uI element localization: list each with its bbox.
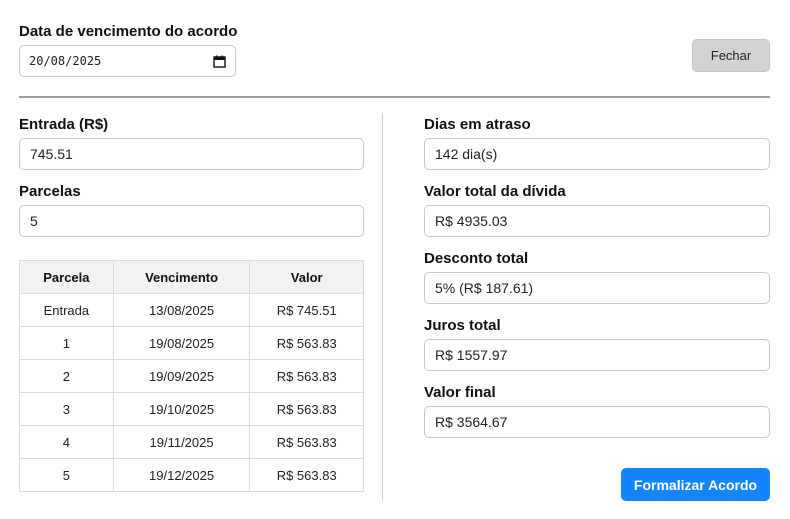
parcelas-label: Parcelas (19, 183, 81, 200)
table-row: 3 19/10/2025 R$ 563.83 (19, 392, 364, 426)
table-row: 4 19/11/2025 R$ 563.83 (19, 425, 364, 459)
juros-label: Juros total (424, 317, 501, 334)
cell-valor: R$ 563.83 (249, 392, 364, 426)
header-parcela: Parcela (19, 260, 114, 294)
cell-parcela: Entrada (19, 293, 114, 327)
section-divider (19, 96, 770, 98)
desconto-label: Desconto total (424, 250, 529, 267)
calendar-icon[interactable] (213, 55, 226, 68)
cell-vencimento: 19/08/2025 (112, 326, 251, 360)
juros-field[interactable]: R$ 1557.97 (424, 339, 770, 371)
due-date-label: Data de vencimento do acordo (19, 23, 238, 40)
close-button[interactable]: Fechar (692, 39, 770, 72)
dias-field[interactable]: 142 dia(s) (424, 138, 770, 170)
cell-valor: R$ 563.83 (249, 425, 364, 459)
parcelas-input[interactable]: 5 (19, 205, 364, 237)
cell-vencimento: 13/08/2025 (112, 293, 251, 327)
table-row: 5 19/12/2025 R$ 563.83 (19, 458, 364, 492)
entrada-label: Entrada (R$) (19, 116, 109, 133)
table-row: Entrada 13/08/2025 R$ 745.51 (19, 293, 364, 327)
header-valor: Valor (249, 260, 364, 294)
final-field[interactable]: R$ 3564.67 (424, 406, 770, 438)
cell-vencimento: 19/09/2025 (112, 359, 251, 393)
cell-valor: R$ 563.83 (249, 458, 364, 492)
formalize-agreement-button[interactable]: Formalizar Acordo (621, 468, 770, 501)
cell-parcela: 2 (19, 359, 114, 393)
cell-parcela: 1 (19, 326, 114, 360)
installments-table: Parcela Vencimento Valor Entrada 13/08/2… (19, 260, 364, 492)
total-label: Valor total da dívida (424, 183, 566, 200)
table-header-row: Parcela Vencimento Valor (19, 260, 364, 294)
cell-parcela: 4 (19, 425, 114, 459)
total-field[interactable]: R$ 4935.03 (424, 205, 770, 237)
table-row: 1 19/08/2025 R$ 563.83 (19, 326, 364, 360)
due-date-value: 20/08/2025 (29, 54, 102, 68)
final-label: Valor final (424, 384, 496, 401)
dias-label: Dias em atraso (424, 116, 531, 133)
cell-valor: R$ 745.51 (249, 293, 364, 327)
desconto-field[interactable]: 5% (R$ 187.61) (424, 272, 770, 304)
entrada-input[interactable]: 745.51 (19, 138, 364, 170)
header-vencimento: Vencimento (112, 260, 251, 294)
due-date-field[interactable]: 20/08/2025 (19, 45, 236, 77)
cell-vencimento: 19/11/2025 (112, 425, 251, 459)
table-row: 2 19/09/2025 R$ 563.83 (19, 359, 364, 393)
column-divider (382, 113, 383, 501)
cell-valor: R$ 563.83 (249, 359, 364, 393)
cell-vencimento: 19/10/2025 (112, 392, 251, 426)
cell-vencimento: 19/12/2025 (112, 458, 251, 492)
cell-parcela: 5 (19, 458, 114, 492)
cell-valor: R$ 563.83 (249, 326, 364, 360)
cell-parcela: 3 (19, 392, 114, 426)
